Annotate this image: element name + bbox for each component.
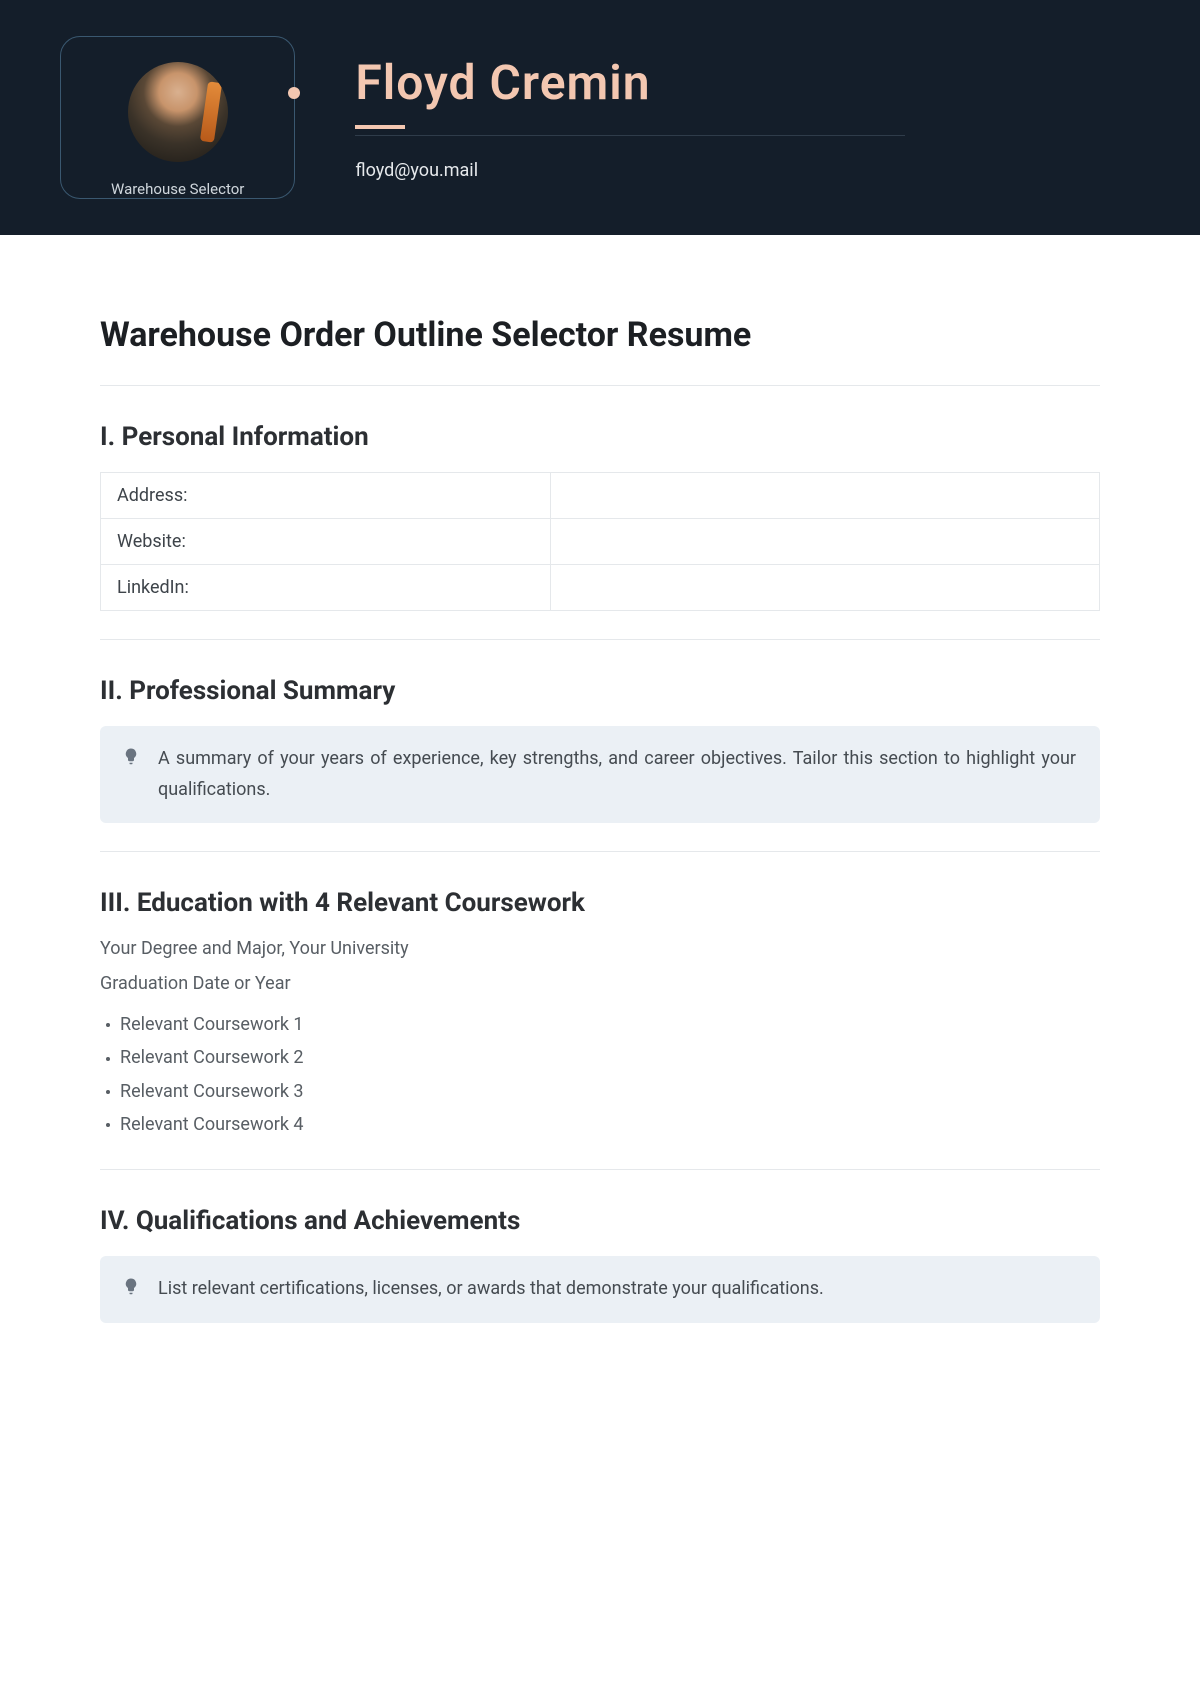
header-text: Floyd Cremin floyd@you.mail [355,54,1140,181]
divider [100,639,1100,640]
summary-callout: A summary of your years of experience, k… [100,726,1100,823]
list-item: Relevant Coursework 4 [106,1108,1100,1141]
qualifications-text: List relevant certifications, licenses, … [158,1274,1076,1305]
value-cell [550,519,1099,565]
email-text: floyd@you.mail [355,160,1140,181]
divider [100,1169,1100,1170]
avatar [128,62,228,162]
label-cell: LinkedIn: [101,565,551,611]
name-underline [355,125,405,129]
bulb-icon [122,747,140,765]
list-item: Relevant Coursework 2 [106,1041,1100,1074]
profile-card: Warehouse Selector [60,36,295,199]
bulb-icon [122,1277,140,1295]
table-row: LinkedIn: [101,565,1100,611]
resume-header: Warehouse Selector Floyd Cremin floyd@yo… [0,0,1200,235]
connector-dot [288,87,300,99]
section-heading-summary: II. Professional Summary [100,676,1100,706]
section-heading-personal: I. Personal Information [100,422,1100,452]
value-cell [550,565,1099,611]
role-label: Warehouse Selector [101,180,254,198]
resume-body: Warehouse Order Outline Selector Resume … [0,235,1200,1363]
divider [100,851,1100,852]
divider [100,385,1100,386]
table-row: Website: [101,519,1100,565]
section-heading-qualifications: IV. Qualifications and Achievements [100,1206,1100,1236]
degree-text: Your Degree and Major, Your University [100,938,1100,959]
qualifications-callout: List relevant certifications, licenses, … [100,1256,1100,1323]
person-name: Floyd Cremin [355,54,1140,111]
grad-text: Graduation Date or Year [100,973,1100,994]
label-cell: Website: [101,519,551,565]
personal-info-table: Address: Website: LinkedIn: [100,472,1100,611]
section-heading-education: III. Education with 4 Relevant Coursewor… [100,888,1100,918]
summary-text: A summary of your years of experience, k… [158,744,1076,805]
label-cell: Address: [101,473,551,519]
value-cell [550,473,1099,519]
list-item: Relevant Coursework 3 [106,1075,1100,1108]
header-divider [355,135,905,136]
page-title: Warehouse Order Outline Selector Resume [100,315,1100,355]
list-item: Relevant Coursework 1 [106,1008,1100,1041]
table-row: Address: [101,473,1100,519]
coursework-list: Relevant Coursework 1 Relevant Coursewor… [100,1008,1100,1141]
